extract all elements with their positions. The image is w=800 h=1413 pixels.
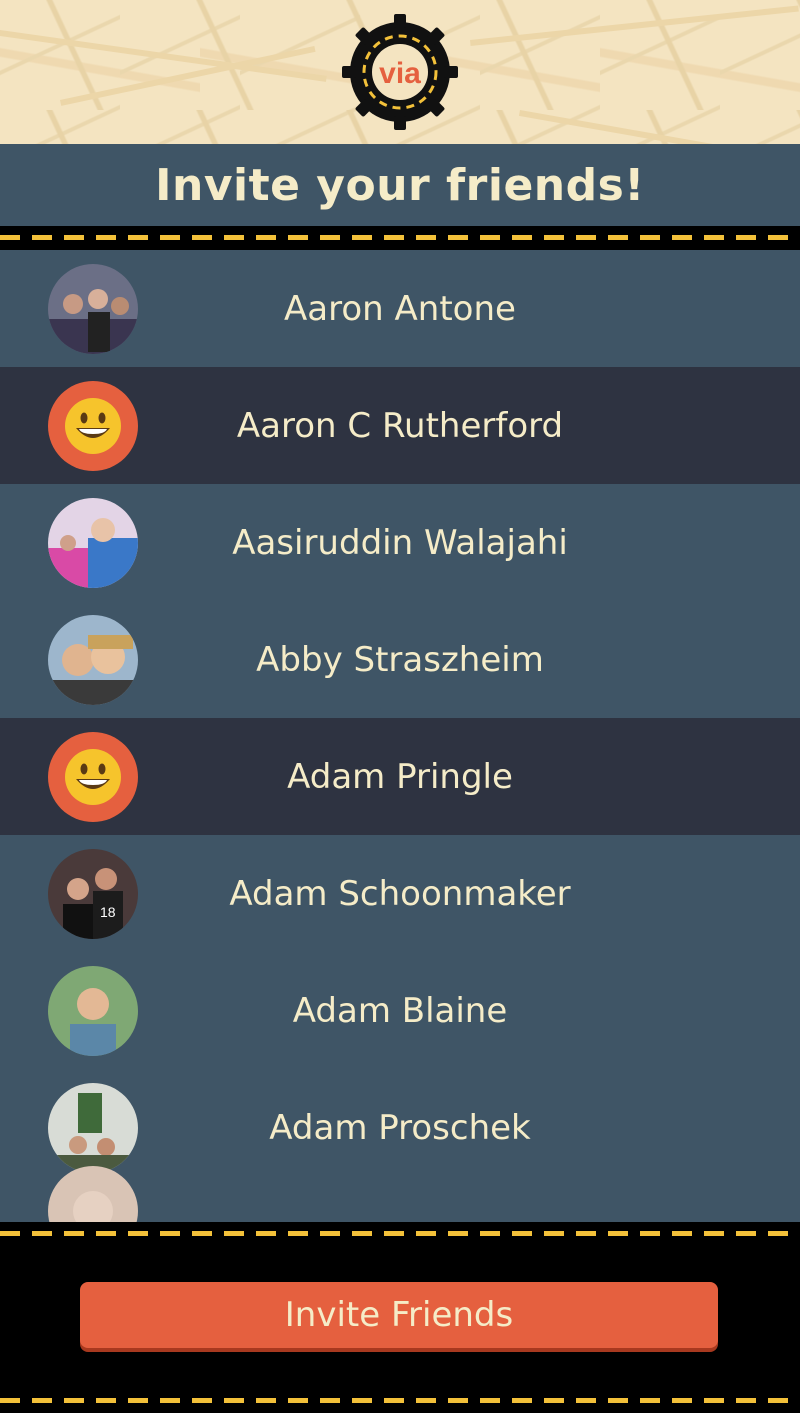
logo-text: via — [379, 57, 421, 90]
friend-row[interactable]: Aaron Antone — [0, 250, 800, 367]
title-bar: Invite your friends! — [0, 144, 800, 226]
page-title: Invite your friends! — [155, 159, 645, 211]
invite-friends-button[interactable]: Invite Friends — [80, 1282, 718, 1348]
avatar — [48, 1082, 138, 1173]
footer: Invite Friends — [0, 1222, 800, 1413]
friend-row[interactable] — [0, 1166, 800, 1222]
avatar — [48, 614, 138, 705]
smiley-avatar-icon — [48, 731, 138, 822]
svg-text:18: 18 — [100, 904, 116, 920]
friend-row[interactable]: Aasiruddin Walajahi — [0, 484, 800, 601]
avatar — [48, 263, 138, 354]
avatar: 18 — [48, 848, 138, 939]
friend-row[interactable]: 18 Adam Schoonmaker — [0, 835, 800, 952]
friend-row[interactable]: Adam Pringle — [0, 718, 800, 835]
via-logo: via — [342, 14, 458, 130]
map-header: via — [0, 0, 800, 144]
road-divider-footer — [0, 1389, 800, 1413]
friend-row[interactable]: Aaron C Rutherford — [0, 367, 800, 484]
road-divider-bottom — [0, 1222, 800, 1246]
smiley-avatar-icon — [48, 380, 138, 471]
avatar — [48, 965, 138, 1056]
friend-row[interactable]: Adam Blaine — [0, 952, 800, 1069]
avatar — [48, 497, 138, 588]
friends-list[interactable]: Aaron Antone Aaron C Rutherford Aasirudd… — [0, 250, 800, 1222]
friend-row[interactable]: Abby Straszheim — [0, 601, 800, 718]
road-divider-top — [0, 226, 800, 250]
friend-row[interactable]: Adam Proschek — [0, 1069, 800, 1186]
